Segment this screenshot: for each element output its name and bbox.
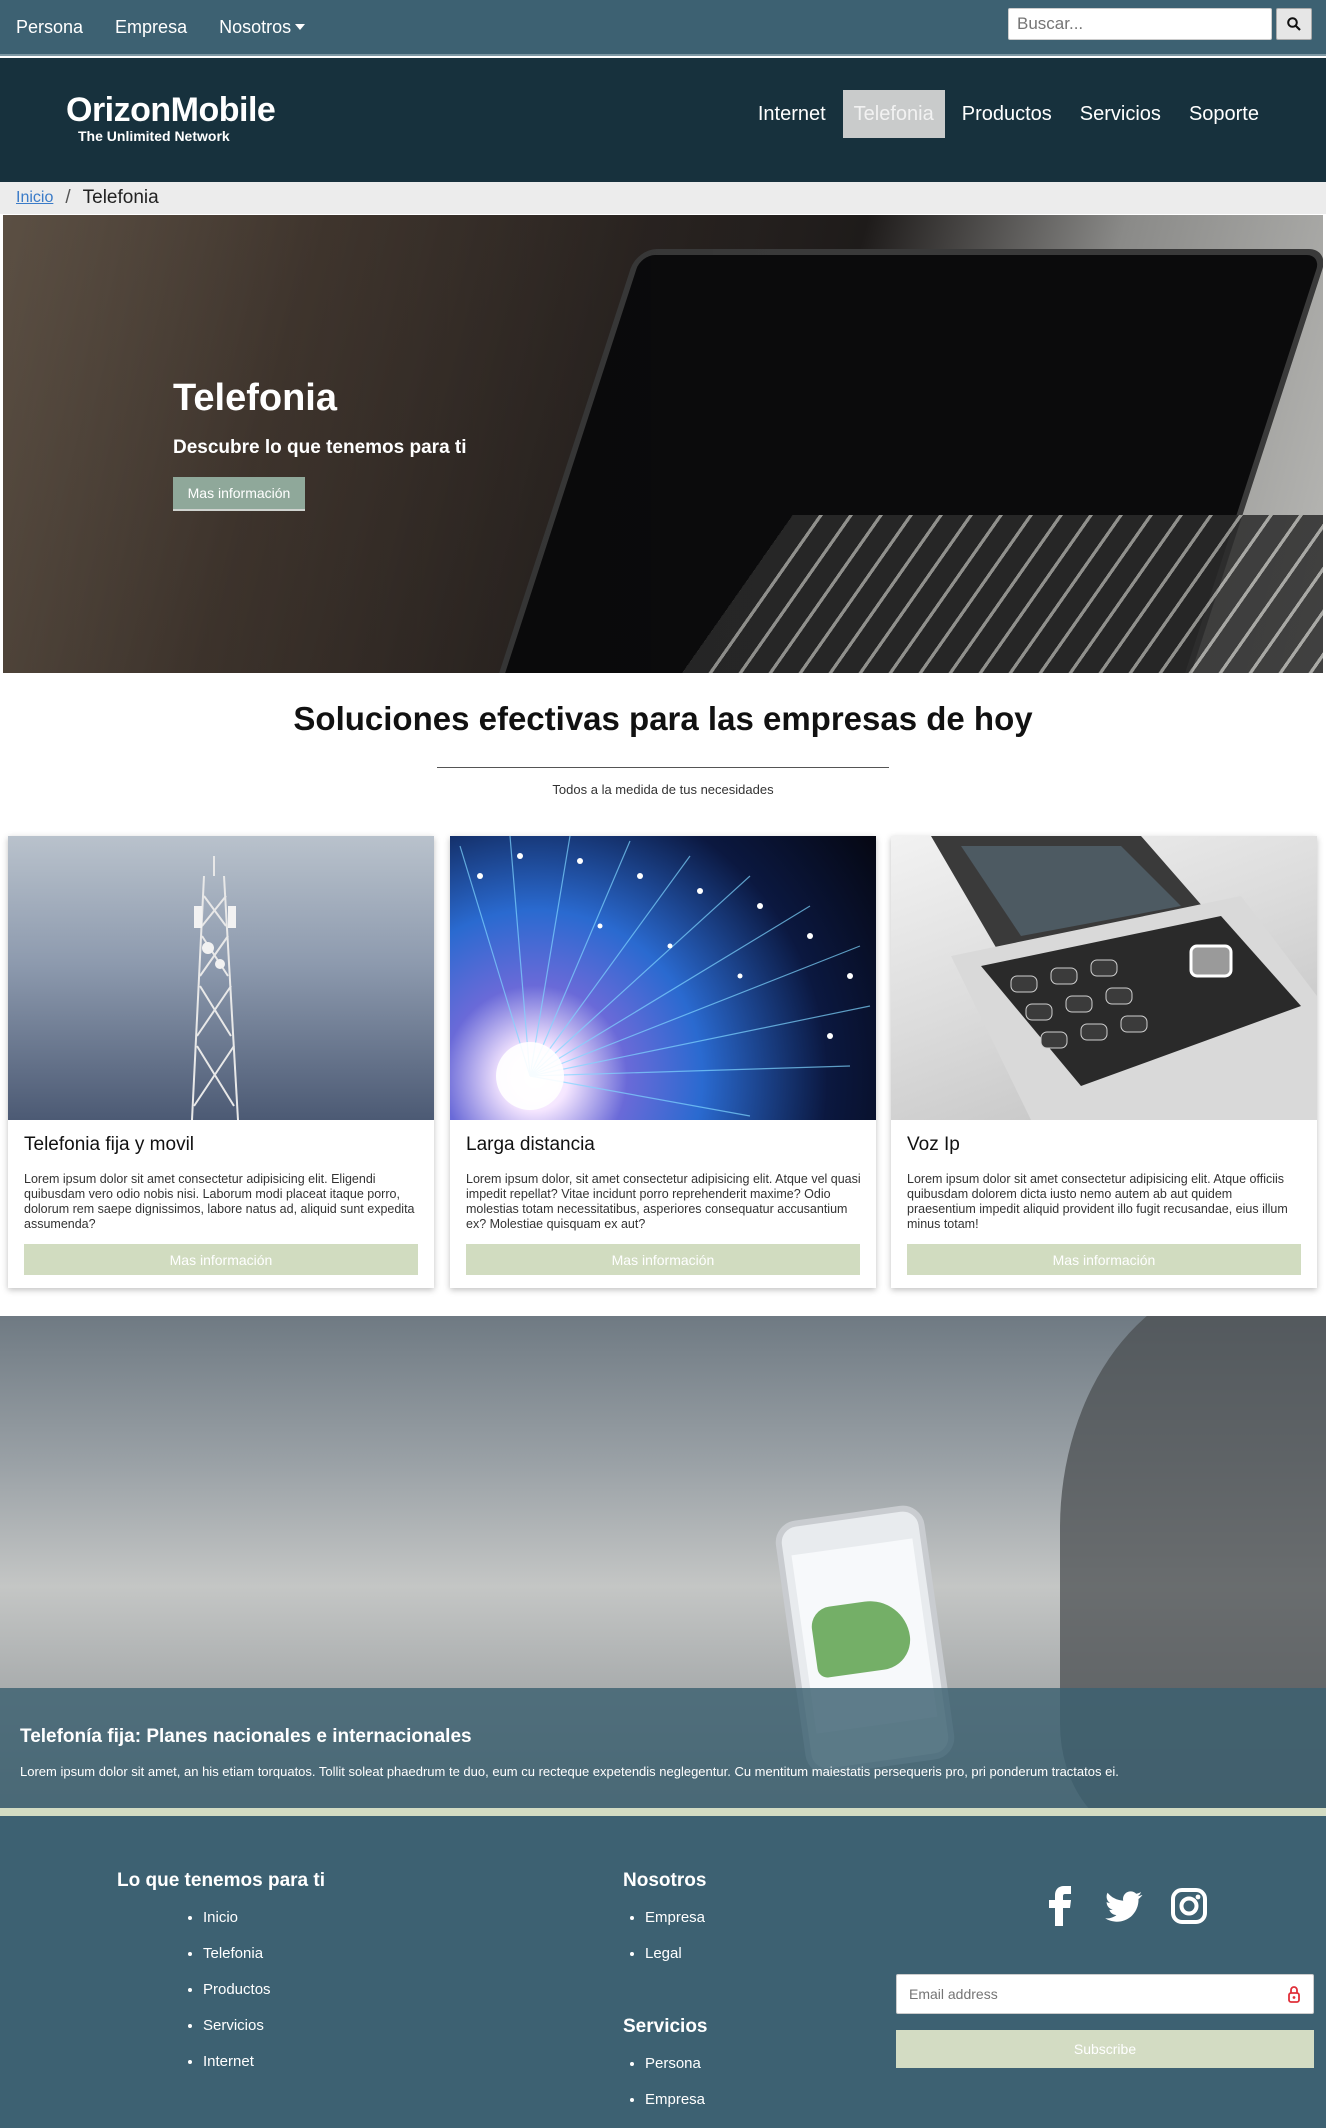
banner-title: Telefonía fija: Planes nacionales e inte… — [20, 1726, 472, 1747]
footer-col1-title: Lo que tenemos para ti — [117, 1870, 325, 1891]
logo-tagline: The Unlimited Network — [78, 128, 230, 144]
password-manager-icon[interactable] — [1287, 1985, 1301, 2003]
breadcrumb-home-link[interactable]: Inicio — [16, 189, 53, 207]
footer-link-productos[interactable]: Productos — [203, 1972, 271, 2008]
email-field[interactable] — [909, 1986, 1249, 2002]
card-more-info-button[interactable]: Mas información — [907, 1244, 1301, 1275]
section-title: Soluciones efectivas para las empresas d… — [293, 700, 1033, 737]
logo[interactable]: OrizonMobile The Unlimited Network — [66, 91, 276, 144]
fiber-optics-icon — [459, 836, 871, 1117]
caret-down-icon — [295, 24, 306, 30]
nav-servicios[interactable]: Servicios — [1069, 90, 1172, 138]
footer-col3-title: Servicios — [623, 2016, 708, 2037]
search-button[interactable] — [1276, 8, 1312, 40]
cell-tower-icon — [191, 856, 239, 1120]
banner-text: Lorem ipsum dolor sit amet, an his etiam… — [20, 1764, 1119, 1779]
footer-link-telefonia[interactable]: Telefonia — [203, 1936, 271, 1972]
instagram-icon[interactable] — [1170, 1886, 1208, 1926]
footer-link-inicio[interactable]: Inicio — [203, 1900, 271, 1936]
email-field-wrapper — [896, 1974, 1314, 2014]
card-more-info-button[interactable]: Mas información — [24, 1244, 418, 1275]
main-nav: Internet Telefonia Productos Servicios S… — [747, 90, 1270, 138]
footer: Lo que tenemos para ti Inicio Telefonia … — [0, 1808, 1326, 2128]
top-nav-persona[interactable]: Persona — [16, 17, 83, 38]
top-nav-empresa[interactable]: Empresa — [115, 17, 187, 38]
footer-link-legal[interactable]: Legal — [645, 1936, 705, 1972]
facebook-icon[interactable] — [1044, 1886, 1078, 1926]
section-subtitle: Todos a la medida de tus necesidades — [552, 782, 774, 797]
hero-banner: Telefonia Descubre lo que tenemos para t… — [3, 215, 1323, 673]
main-header: OrizonMobile The Unlimited Network Inter… — [0, 58, 1326, 182]
tower-image — [8, 836, 434, 1120]
breadcrumb: Inicio / Telefonia — [0, 182, 1326, 214]
fiber-optics-image — [450, 836, 876, 1120]
breadcrumb-separator: / — [65, 187, 71, 208]
footer-col3-list: Persona Empresa — [645, 2046, 705, 2118]
hero-title: Telefonia — [173, 377, 337, 419]
card-text: Lorem ipsum dolor sit amet consectetur a… — [907, 1172, 1288, 1231]
logo-title: OrizonMobile — [66, 91, 276, 129]
card-text: Lorem ipsum dolor sit amet consectetur a… — [24, 1172, 415, 1231]
footer-link-servicios[interactable]: Servicios — [203, 2008, 271, 2044]
subscribe-button[interactable]: Subscribe — [896, 2030, 1314, 2068]
breadcrumb-current: Telefonia — [82, 187, 159, 208]
search-form — [1008, 8, 1312, 40]
footer-link-internet[interactable]: Internet — [203, 2044, 271, 2080]
desk-phone-image — [891, 836, 1317, 1120]
top-nav-nosotros-label: Nosotros — [219, 16, 292, 37]
footer-link-empresa-servicios[interactable]: Empresa — [645, 2082, 705, 2118]
footer-link-empresa[interactable]: Empresa — [645, 1900, 705, 1936]
nav-productos[interactable]: Productos — [951, 90, 1063, 138]
nav-internet[interactable]: Internet — [747, 90, 837, 138]
footer-col1-list: Inicio Telefonia Productos Servicios Int… — [203, 1900, 271, 2080]
card-title: Telefonia fija y movil — [24, 1134, 195, 1155]
search-input[interactable] — [1008, 8, 1272, 40]
twitter-icon[interactable] — [1104, 1886, 1144, 1926]
card-more-info-button[interactable]: Mas información — [466, 1244, 860, 1275]
card-telefonia-fija: Telefonia fija y movil Lorem ipsum dolor… — [8, 836, 434, 1288]
search-icon — [1287, 17, 1301, 31]
desk-phone-icon — [931, 836, 1317, 1120]
card-title: Larga distancia — [466, 1134, 595, 1155]
nav-telefonia[interactable]: Telefonia — [842, 90, 945, 138]
card-voz-ip: Voz Ip Lorem ipsum dolor sit amet consec… — [891, 836, 1317, 1288]
card-text: Lorem ipsum dolor, sit amet consectetur … — [466, 1172, 861, 1231]
card-title: Voz Ip — [907, 1134, 960, 1155]
social-links — [1044, 1886, 1208, 1926]
promo-banner: Telefonía fija: Planes nacionales e inte… — [0, 1316, 1326, 1808]
hero-subtitle: Descubre lo que tenemos para ti — [173, 437, 467, 458]
card-larga-distancia: Larga distancia Lorem ipsum dolor, sit a… — [450, 836, 876, 1288]
top-bar: Persona Empresa Nosotros — [0, 0, 1326, 56]
banner-caption: Telefonía fija: Planes nacionales e inte… — [0, 1688, 1326, 1808]
nav-soporte[interactable]: Soporte — [1178, 90, 1270, 138]
footer-link-persona[interactable]: Persona — [645, 2046, 705, 2082]
footer-col2-list: Empresa Legal — [645, 1900, 705, 1972]
top-nav: Persona Empresa Nosotros — [16, 0, 337, 54]
hero-more-info-button[interactable]: Mas información — [173, 477, 305, 511]
footer-col2-title: Nosotros — [623, 1870, 707, 1891]
top-nav-nosotros[interactable]: Nosotros — [219, 16, 306, 38]
section-divider — [437, 767, 889, 768]
